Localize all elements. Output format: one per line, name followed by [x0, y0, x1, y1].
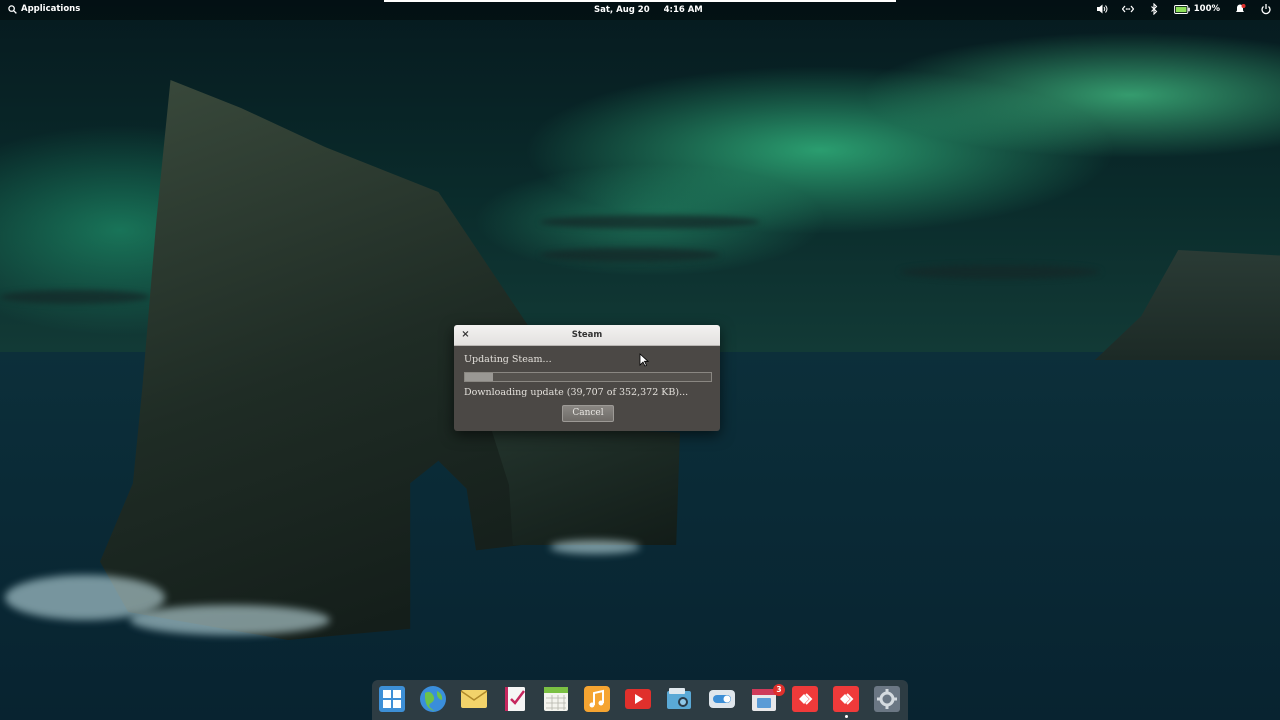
appcenter-updates-badge: 3	[773, 684, 785, 696]
battery-percent: 100%	[1193, 4, 1220, 14]
progress-fill	[465, 373, 493, 381]
cloud	[900, 265, 1100, 279]
system-tray: 100%	[1096, 3, 1272, 15]
switchboard-toggle-icon	[709, 690, 735, 708]
photos-icon	[667, 688, 691, 709]
applications-menu[interactable]: Applications	[8, 4, 80, 14]
time-label: 4:16 AM	[663, 5, 703, 15]
anydesk-icon	[833, 686, 859, 712]
date-label: Sat, Aug 20	[594, 5, 650, 15]
dialog-titlebar[interactable]: × Steam	[454, 325, 720, 346]
dock-photos[interactable]	[665, 685, 693, 713]
system-settings-icon	[874, 686, 900, 712]
dock-mail[interactable]	[460, 685, 488, 713]
mouse-pointer-icon	[639, 353, 649, 367]
anydesk-icon	[792, 686, 818, 712]
dock-calendar[interactable]	[542, 685, 570, 713]
dock-web-browser[interactable]	[419, 685, 447, 713]
dock-switchboard[interactable]	[708, 685, 736, 713]
dock-music[interactable]	[583, 685, 611, 713]
cloud	[540, 215, 760, 229]
network-icon[interactable]	[1121, 3, 1134, 15]
wave-foam	[550, 540, 640, 554]
videos-icon	[625, 689, 651, 709]
cloud	[0, 290, 150, 304]
dock-system-settings[interactable]	[873, 685, 901, 713]
dock-anydesk[interactable]	[791, 685, 819, 713]
dock-tasks[interactable]	[501, 685, 529, 713]
tasks-icon	[505, 687, 525, 711]
date-time[interactable]: Sat, Aug 20 4:16 AM	[594, 5, 703, 15]
dock-multitasking-view[interactable]	[378, 685, 406, 713]
web-browser-icon	[420, 686, 446, 712]
multitasking-view-icon	[379, 686, 405, 712]
notifications-icon[interactable]	[1234, 3, 1246, 15]
music-icon	[584, 686, 610, 712]
battery-indicator[interactable]: 100%	[1173, 4, 1220, 14]
bluetooth-icon[interactable]	[1148, 3, 1160, 15]
dialog-title: Steam	[571, 330, 603, 340]
mail-icon	[460, 690, 488, 708]
dock-anydesk-2[interactable]	[832, 685, 860, 713]
applications-label: Applications	[21, 4, 81, 14]
battery-icon	[1173, 4, 1190, 14]
steam-update-dialog: × Steam Updating Steam... Downloading up…	[454, 325, 720, 431]
top-panel: Applications Sat, Aug 20 4:16 AM 100%	[0, 0, 1280, 20]
download-detail-text: Downloading update (39,707 of 352,372 KB…	[464, 387, 689, 398]
wave-foam	[130, 605, 330, 635]
volume-icon[interactable]	[1096, 3, 1108, 15]
power-icon[interactable]	[1260, 3, 1272, 15]
panel-accent-bar	[384, 0, 896, 2]
search-icon	[8, 4, 17, 14]
cancel-button[interactable]: Cancel	[562, 405, 614, 422]
dock-videos[interactable]	[624, 685, 652, 713]
calendar-icon	[544, 687, 568, 711]
update-status-text: Updating Steam...	[464, 354, 552, 365]
cloud	[540, 248, 720, 262]
download-progress-bar	[464, 372, 712, 382]
running-indicator	[845, 715, 848, 718]
